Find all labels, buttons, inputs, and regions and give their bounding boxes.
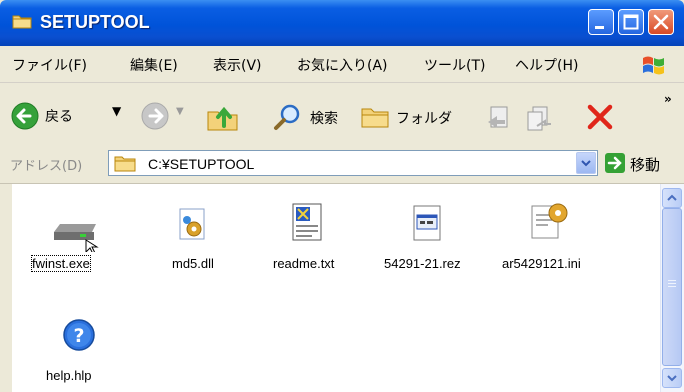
forward-icon[interactable] xyxy=(140,101,170,131)
forward-dropdown-icon[interactable]: ▼ xyxy=(176,106,184,117)
copy-to-icon[interactable] xyxy=(525,104,555,132)
svg-text:?: ? xyxy=(73,325,84,347)
address-dropdown-button[interactable] xyxy=(576,152,596,174)
search-icon[interactable] xyxy=(272,102,304,132)
help-icon[interactable]: ? xyxy=(62,318,96,352)
menu-bar: ファイル(F) 編集(E) 表示(V) お気に入り(A) ツール(T) ヘルプ(… xyxy=(0,46,684,83)
close-icon xyxy=(653,14,669,30)
file-md5-dll[interactable]: md5.dll xyxy=(172,256,214,271)
up-folder-icon[interactable] xyxy=(205,100,241,132)
close-button[interactable] xyxy=(648,9,674,35)
back-icon[interactable] xyxy=(10,101,40,131)
maximize-icon xyxy=(623,14,639,30)
rez-window-icon[interactable] xyxy=(412,205,444,243)
move-to-icon[interactable] xyxy=(485,104,515,132)
menu-favorites[interactable]: お気に入り(A) xyxy=(297,55,388,75)
drive-exe-icon[interactable] xyxy=(50,218,102,252)
go-label[interactable]: 移動 xyxy=(630,154,660,175)
chevron-up-icon xyxy=(667,194,677,201)
scroll-up-button[interactable] xyxy=(662,188,682,208)
chevron-down-icon xyxy=(581,160,591,167)
grip-icon xyxy=(668,280,676,287)
folders-label[interactable]: フォルダ xyxy=(396,108,452,128)
file-fwinst-exe[interactable]: fwinst.exe xyxy=(31,255,91,272)
ini-settings-icon[interactable] xyxy=(528,200,572,242)
chevron-down-icon xyxy=(667,375,677,382)
scroll-thumb[interactable] xyxy=(662,208,682,366)
windows-logo-icon xyxy=(643,56,664,75)
title-bar[interactable]: SETUPTOOL xyxy=(0,0,684,46)
minimize-icon xyxy=(595,26,604,29)
address-label: アドレス(D) xyxy=(10,159,83,174)
standard-toolbar xyxy=(0,83,684,146)
dll-gear-icon[interactable] xyxy=(176,207,210,245)
toolbar-overflow-icon[interactable]: » xyxy=(664,92,672,106)
address-folder-icon xyxy=(114,156,136,172)
back-label[interactable]: 戻る xyxy=(45,106,73,126)
file-ar5429121-ini[interactable]: ar5429121.ini xyxy=(502,256,581,271)
file-help-hlp[interactable]: help.hlp xyxy=(46,368,92,383)
menu-edit[interactable]: 編集(E) xyxy=(130,55,178,75)
go-arrow-icon xyxy=(607,156,622,170)
file-readme-txt[interactable]: readme.txt xyxy=(273,256,334,271)
maximize-button[interactable] xyxy=(618,9,644,35)
folders-icon[interactable] xyxy=(360,102,392,132)
address-path[interactable]: C:¥SETUPTOOL xyxy=(148,156,254,172)
scroll-down-button[interactable] xyxy=(662,368,682,388)
menu-tools[interactable]: ツール(T) xyxy=(424,55,485,75)
search-label[interactable]: 検索 xyxy=(310,108,338,128)
folder-icon xyxy=(12,15,32,29)
file-54291-21-rez[interactable]: 54291-21.rez xyxy=(384,256,461,271)
go-button[interactable] xyxy=(605,153,625,173)
window-title: SETUPTOOL xyxy=(40,12,150,32)
menu-help[interactable]: ヘルプ(H) xyxy=(515,55,578,75)
menu-file[interactable]: ファイル(F) xyxy=(12,55,87,75)
menu-view[interactable]: 表示(V) xyxy=(213,55,262,75)
back-dropdown-icon[interactable]: ▼ xyxy=(112,104,121,118)
explorer-window: SETUPTOOL ファイル(F) 編集(E) 表示(V) お気に入り(A) ツ… xyxy=(0,0,684,392)
minimize-button[interactable] xyxy=(588,9,614,35)
text-document-icon[interactable] xyxy=(290,203,326,243)
delete-icon[interactable] xyxy=(585,102,615,132)
